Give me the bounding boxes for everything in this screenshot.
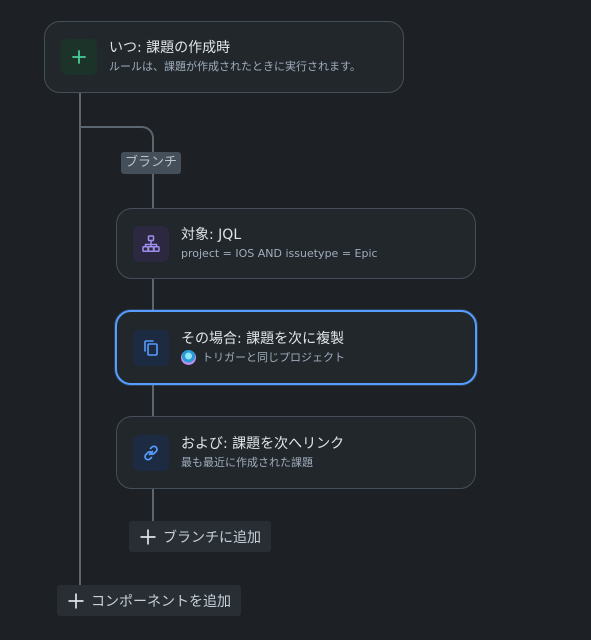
jql-condition-card[interactable]: 対象: JQL project = IOS AND issuetype = Ep… (116, 208, 476, 279)
condition-icon-box (133, 225, 169, 262)
clone-subtitle-row: トリガーと同じプロジェクト (181, 350, 345, 366)
link-issue-action-card[interactable]: および: 課題を次へリンク 最も最近に作成された課題 (116, 416, 476, 489)
plus-icon (72, 50, 86, 64)
add-to-branch-label: ブランチに追加 (163, 529, 261, 546)
copy-icon (144, 339, 158, 356)
add-component-button[interactable]: コンポーネントを追加 (57, 585, 241, 616)
rule-canvas: いつ: 課題の作成時 ルールは、課題が作成されたときに実行されます。 ブランチ … (0, 0, 591, 640)
branch-connector-line-3 (152, 384, 154, 417)
project-avatar (181, 350, 196, 365)
trigger-card[interactable]: いつ: 課題の作成時 ルールは、課題が作成されたときに実行されます。 (44, 21, 404, 93)
add-to-branch-button[interactable]: ブランチに追加 (129, 521, 271, 552)
plus-icon (139, 528, 157, 546)
link-icon-box (133, 434, 169, 471)
branch-connector-line-2 (152, 278, 154, 311)
trigger-icon-box (61, 39, 97, 75)
branch-connector-corner (128, 126, 154, 150)
trigger-subtitle: ルールは、課題が作成されたときに実行されます。 (109, 60, 361, 73)
clone-subtitle: トリガーと同じプロジェクト (202, 350, 345, 364)
clone-icon-box (133, 329, 169, 366)
link-subtitle: 最も最近に作成された課題 (181, 455, 313, 469)
clone-issue-action-card[interactable]: その場合: 課題を次に複製 トリガーと同じプロジェクト (115, 310, 477, 385)
condition-subtitle: project = IOS AND issuetype = Epic (181, 246, 378, 260)
branch-badge: ブランチ (121, 152, 182, 174)
hierarchy-icon (142, 234, 160, 252)
main-connector-line (79, 92, 81, 587)
condition-title: 対象: JQL (181, 226, 242, 243)
clone-title: その場合: 課題を次に複製 (181, 330, 345, 347)
add-component-label: コンポーネントを追加 (91, 593, 231, 610)
link-title: および: 課題を次へリンク (181, 435, 345, 452)
plus-icon (67, 592, 85, 610)
trigger-title: いつ: 課題の作成時 (109, 40, 231, 56)
link-icon (144, 444, 158, 461)
branch-connector-line-4 (152, 488, 154, 522)
